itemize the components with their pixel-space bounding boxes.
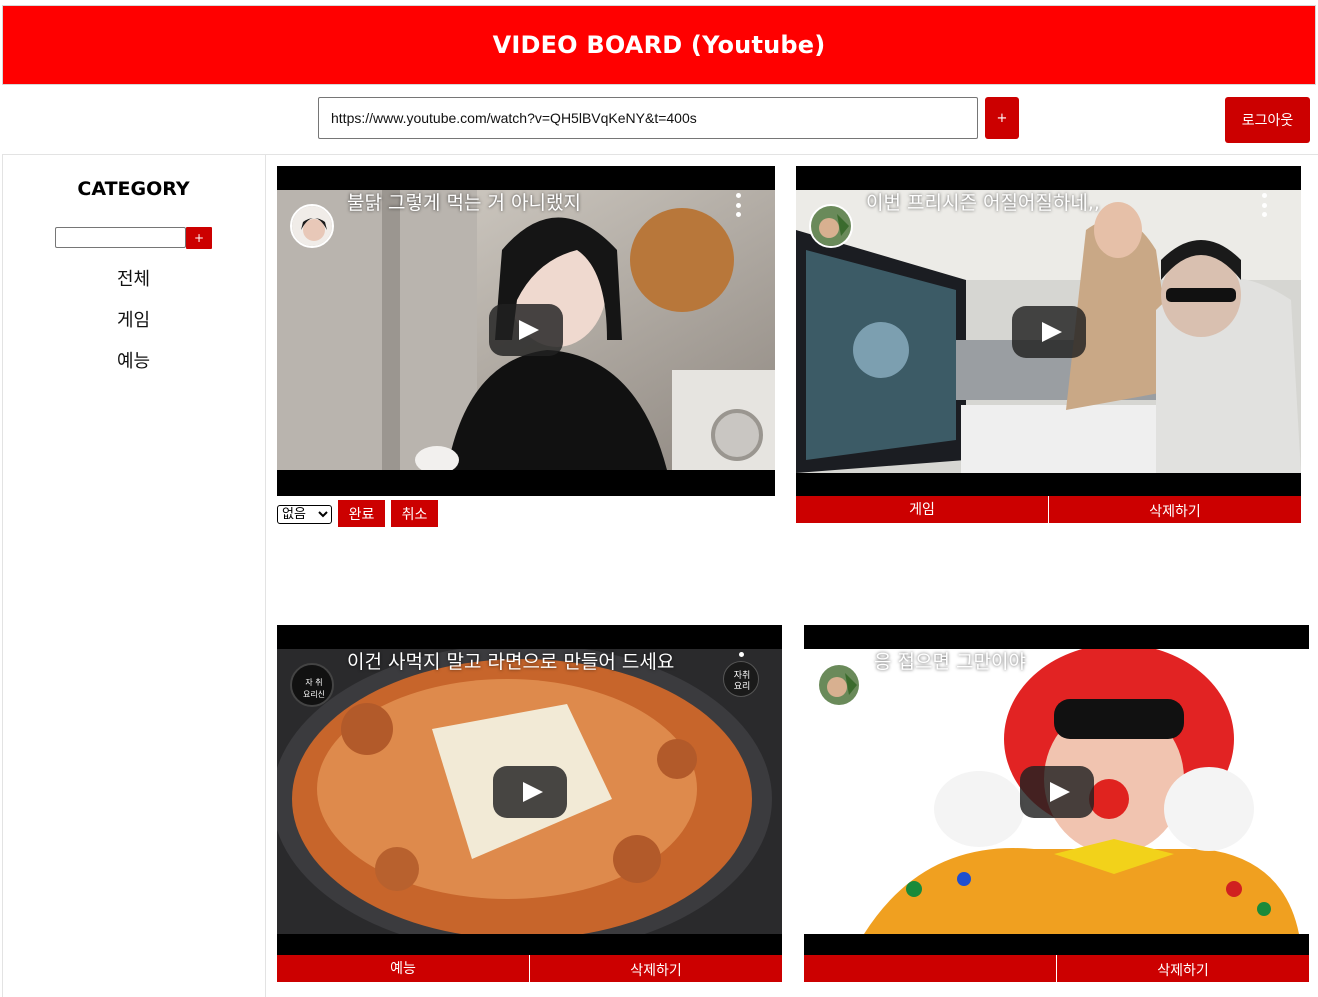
video-thumbnail: 이번 프리시즌 어질어질하네,, [796,190,1301,473]
video-player[interactable]: 자 취요리신 이건 사먹지 말고 라면으로 만들어 드세요 자취 요리 [277,625,782,955]
delete-button[interactable]: 삭제하기 [1049,496,1301,523]
cancel-button[interactable]: 취소 [391,500,438,527]
category-item-all[interactable]: 전체 [2,265,265,291]
channel-avatar[interactable]: 자 취요리신 [290,663,334,707]
done-button[interactable]: 완료 [338,500,385,527]
add-category-button[interactable]: + [186,227,212,249]
logout-button[interactable]: 로그아웃 [1225,97,1310,143]
channel-avatar[interactable] [817,663,861,707]
delete-button[interactable]: 삭제하기 [1057,955,1309,982]
channel-watermark-icon: 자취 요리 [723,661,759,697]
more-vert-icon[interactable] [735,193,741,217]
play-icon[interactable] [489,304,563,356]
add-video-button[interactable]: + [985,97,1019,139]
video-title[interactable]: 불닭 그렇게 먹는 거 아니랬지 [347,190,581,215]
category-select[interactable]: 없음 [277,505,332,524]
category-item-game[interactable]: 게임 [2,306,265,332]
video-action-bar: 삭제하기 [804,955,1309,982]
channel-avatar[interactable] [809,204,853,248]
play-icon[interactable] [1019,765,1094,818]
video-title[interactable]: 이건 사먹지 말고 라면으로 만들어 드세요 [347,649,674,674]
video-player[interactable]: 이번 프리시즌 어질어질하네,, [796,166,1301,496]
delete-button[interactable]: 삭제하기 [530,955,782,982]
svg-text:자 취: 자 취 [305,678,322,687]
divider-sidebar [265,155,266,997]
video-category-label: 예능 [277,955,530,982]
play-icon[interactable] [492,765,567,818]
video-action-bar: 게임 삭제하기 [796,496,1301,523]
svg-text:자취: 자취 [734,670,751,681]
video-thumbnail: 불닭 그렇게 먹는 거 아니랬지 [277,190,775,470]
video-title[interactable]: 이번 프리시즌 어질어질하네,, [866,190,1100,215]
header-bar: VIDEO BOARD (Youtube) [2,5,1316,85]
more-vert-icon[interactable] [1261,193,1267,217]
category-input[interactable] [55,227,186,248]
page-title: VIDEO BOARD (Youtube) [492,31,826,59]
video-thumbnail: 자 취요리신 이건 사먹지 말고 라면으로 만들어 드세요 자취 요리 [277,649,782,934]
more-vert-icon[interactable] [1269,652,1275,676]
play-icon[interactable] [1011,305,1086,358]
category-title: CATEGORY [77,178,190,200]
svg-text:요리신: 요리신 [303,690,325,699]
video-title[interactable]: 응 접으면 그만이야 [874,649,1026,674]
divider-horizontal [2,154,1318,155]
video-category-label [804,955,1057,982]
video-player[interactable]: 불닭 그렇게 먹는 거 아니랬지 [277,166,775,496]
video-action-bar: 예능 삭제하기 [277,955,782,982]
channel-avatar[interactable] [290,204,334,248]
video-category-label: 게임 [796,496,1049,523]
category-item-variety[interactable]: 예능 [2,347,265,373]
svg-text:요리: 요리 [734,681,751,692]
video-thumbnail: 응 접으면 그만이야 [804,649,1309,934]
video-url-input[interactable] [318,97,978,139]
video-player[interactable]: 응 접으면 그만이야 [804,625,1309,955]
